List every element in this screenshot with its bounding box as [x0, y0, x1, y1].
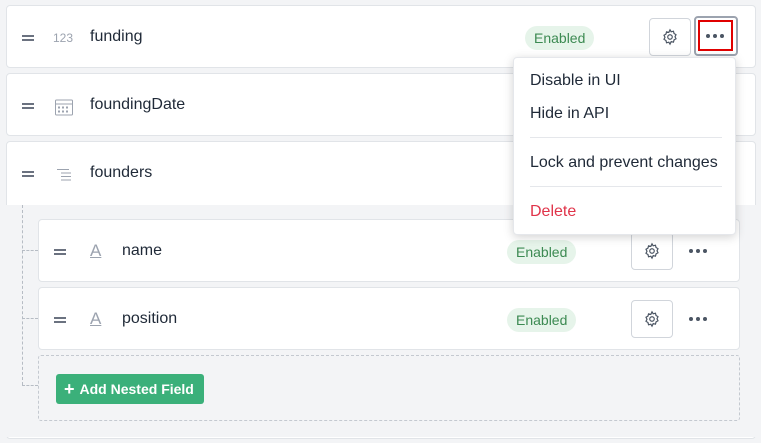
more-options-button[interactable] — [680, 301, 716, 337]
menu-divider — [530, 137, 722, 138]
field-name: name — [122, 242, 163, 259]
menu-item-delete[interactable]: Delete — [530, 203, 576, 221]
settings-button[interactable] — [631, 232, 673, 270]
nested-field-row-position: A position Enabled — [38, 287, 740, 350]
menu-item-hide-in-api[interactable]: Hide in API — [530, 105, 609, 123]
text-type-icon: A — [90, 309, 102, 328]
drag-handle-icon[interactable] — [54, 249, 66, 255]
gear-icon — [645, 310, 659, 328]
number-type-icon: 123 — [53, 31, 74, 45]
more-options-button[interactable] — [697, 18, 733, 54]
menu-item-lock[interactable]: Lock and prevent changes — [530, 154, 718, 172]
field-name: funding — [90, 28, 143, 45]
tree-line — [22, 385, 38, 386]
drag-handle-icon[interactable] — [22, 103, 34, 109]
gear-icon — [663, 28, 677, 46]
drag-handle-icon[interactable] — [22, 171, 34, 177]
settings-button[interactable] — [649, 18, 691, 56]
field-name: position — [122, 310, 178, 327]
menu-divider — [530, 186, 722, 187]
status-badge: Enabled — [525, 26, 595, 50]
add-nested-label: Add Nested Field — [79, 381, 194, 397]
field-name: foundingDate — [90, 96, 186, 113]
text-type-icon: A — [90, 241, 102, 260]
list-type-icon — [57, 169, 71, 181]
field-name: founders — [90, 164, 153, 181]
ellipsis-icon — [689, 317, 707, 321]
ellipsis-icon — [689, 249, 707, 253]
add-nested-field-button[interactable]: + Add Nested Field — [56, 374, 204, 404]
more-options-button[interactable] — [680, 233, 716, 269]
menu-item-disable-in-ui[interactable]: Disable in UI — [530, 72, 621, 90]
ellipsis-icon — [706, 34, 724, 38]
status-badge: Enabled — [507, 240, 577, 264]
tree-line — [22, 318, 38, 319]
settings-button[interactable] — [631, 300, 673, 338]
calendar-icon — [55, 99, 73, 116]
status-badge: Enabled — [507, 308, 577, 332]
tree-line — [22, 205, 23, 385]
field-options-menu: Disable in UI Hide in API Lock and preve… — [513, 57, 736, 235]
drag-handle-icon[interactable] — [22, 35, 34, 41]
plus-icon: + — [64, 379, 75, 399]
gear-icon — [645, 242, 659, 260]
tree-line — [22, 250, 38, 251]
drag-handle-icon[interactable] — [54, 317, 66, 323]
